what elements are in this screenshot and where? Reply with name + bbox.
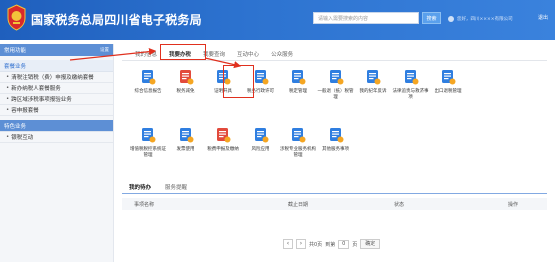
site-title: 国家税务总局四川省电子税务局 [31, 13, 202, 27]
total-pages-text: 共0页 [309, 241, 323, 248]
column-action: 操作 [508, 201, 519, 208]
goto-text: 到第 [325, 241, 336, 248]
hand-coin-icon [329, 70, 343, 85]
invoice-icon [179, 128, 193, 143]
tabs-divider [122, 60, 547, 61]
pagination: ‹ › 共0页 到第 0 页 确定 [283, 239, 381, 249]
sidebar-item-bank-tax[interactable]: 银税互动 [0, 132, 113, 143]
sidebar-section-special[interactable]: 特色业务 [0, 120, 113, 132]
column-status: 状态 [394, 201, 405, 208]
service-label: 风险应用 [251, 147, 270, 152]
service-label: 税定管理 [289, 89, 307, 94]
service-calculator[interactable]: 税费申报及缴纳 [204, 127, 242, 153]
user-info[interactable]: 您好，四川××××有限公司 [448, 14, 513, 24]
license-icon [254, 70, 268, 85]
service-legal-person[interactable]: 法律追责与救济事项 [392, 69, 430, 101]
tab-my-info[interactable]: 我的信息 [129, 48, 163, 60]
confirm-page-button[interactable]: 确定 [360, 239, 381, 249]
main-tabs: 我的信息 我要办税 我要查询 互动中心 公众服务 [129, 48, 299, 60]
tab-service-reminder[interactable]: 服务提醒 [165, 183, 187, 191]
service-label: 出口退税管理 [434, 89, 462, 94]
user-name: 您好，四川××××有限公司 [457, 17, 513, 22]
todo-divider [122, 193, 547, 194]
service-label: 税务减免 [176, 89, 195, 94]
top-header: 国家税务总局四川省电子税务局 请输入需要搜索的内容 搜索 您好，四川××××有限… [0, 0, 555, 40]
sidebar-item-deregistration[interactable]: 清税注销税（费）申报及缴纳套餐 [0, 72, 113, 83]
tab-my-todo[interactable]: 我的待办 [129, 183, 151, 191]
person-settings-icon [292, 70, 306, 85]
service-export[interactable]: 出口退税管理 [429, 69, 467, 95]
service-label: 涉税专业服务机构管理 [280, 147, 316, 158]
tab-interaction[interactable]: 互动中心 [231, 48, 265, 60]
service-other-services[interactable]: 其他服务事项 [317, 127, 355, 153]
service-monitor[interactable]: 综合信息报告 [129, 69, 167, 95]
sidebar-item-cross-region[interactable]: 跨区域涉税事项报验业务 [0, 94, 113, 105]
other-services-icon [329, 128, 343, 143]
service-agency[interactable]: 涉税专业服务机构管理 [279, 127, 317, 159]
service-tax-control[interactable]: 增值税税控系统证管理 [129, 127, 167, 159]
risk-person-icon [254, 128, 268, 143]
calculator-icon [217, 128, 231, 143]
service-label: 其他服务事项 [322, 147, 349, 152]
service-highlight-box [223, 65, 254, 98]
todo-table-header: 事项名称 截止日期 状态 操作 [122, 198, 547, 210]
sidebar-common-header[interactable]: 常用功能 设置 [0, 44, 113, 56]
service-label: 一般退（抵）税管理 [317, 89, 354, 100]
service-invoice[interactable]: 发票使用 [167, 127, 205, 153]
sidebar-item-new-taxpayer[interactable]: 新办纳税人套餐服务 [0, 83, 113, 94]
tab-highlight-box [160, 44, 206, 60]
tax-control-icon [142, 128, 156, 143]
tab-public-service[interactable]: 公众服务 [265, 48, 299, 60]
avatar [448, 16, 454, 22]
service-person-settings[interactable]: 税定管理 [279, 69, 317, 95]
monitor-icon [142, 70, 156, 85]
todo-tabs: 我的待办 服务提醒 [129, 183, 187, 191]
sidebar-section-package[interactable]: 套餐业务 [0, 60, 113, 72]
search-button[interactable]: 搜索 [422, 12, 441, 24]
agency-icon [292, 128, 306, 143]
sidebar-settings-link[interactable]: 设置 [100, 47, 109, 53]
sidebar-common-label: 常用功能 [4, 48, 27, 54]
service-label: 法律追责与救济事项 [392, 89, 429, 100]
exit-button[interactable]: 退出 [538, 14, 548, 21]
service-label: 我的纪年反诉 [359, 89, 387, 94]
prev-page-button[interactable]: ‹ [283, 239, 293, 249]
service-hand-coin[interactable]: 一般退（抵）税管理 [317, 69, 355, 101]
legal-person-icon [404, 70, 418, 85]
page-number-input[interactable]: 0 [338, 239, 350, 249]
service-label: 税费申报及缴纳 [207, 147, 239, 152]
service-label: 综合信息报告 [134, 89, 162, 94]
search-input[interactable]: 请输入需要搜索的内容 [313, 12, 419, 24]
next-page-button[interactable]: › [296, 239, 306, 249]
service-risk-person[interactable]: 风险应用 [242, 127, 280, 153]
tax-emblem-icon [7, 4, 26, 31]
clipboard-icon [367, 70, 381, 85]
column-item-name: 事项名称 [134, 201, 155, 208]
document-stamp-icon [179, 70, 193, 85]
sidebar-item-declaration[interactable]: 容申报套餐 [0, 105, 113, 116]
service-document-stamp[interactable]: 税务减免 [167, 69, 205, 95]
service-label: 增值税税控系统证管理 [130, 147, 166, 158]
service-label: 发票使用 [176, 147, 195, 152]
column-deadline: 截止日期 [288, 201, 309, 208]
page-unit-text: 页 [352, 241, 358, 248]
service-clipboard[interactable]: 我的纪年反诉 [354, 69, 392, 95]
export-icon [442, 70, 456, 85]
sidebar: 常用功能 设置 套餐业务 清税注销税（费）申报及缴纳套餐 新办纳税人套餐服务 跨… [0, 44, 114, 262]
